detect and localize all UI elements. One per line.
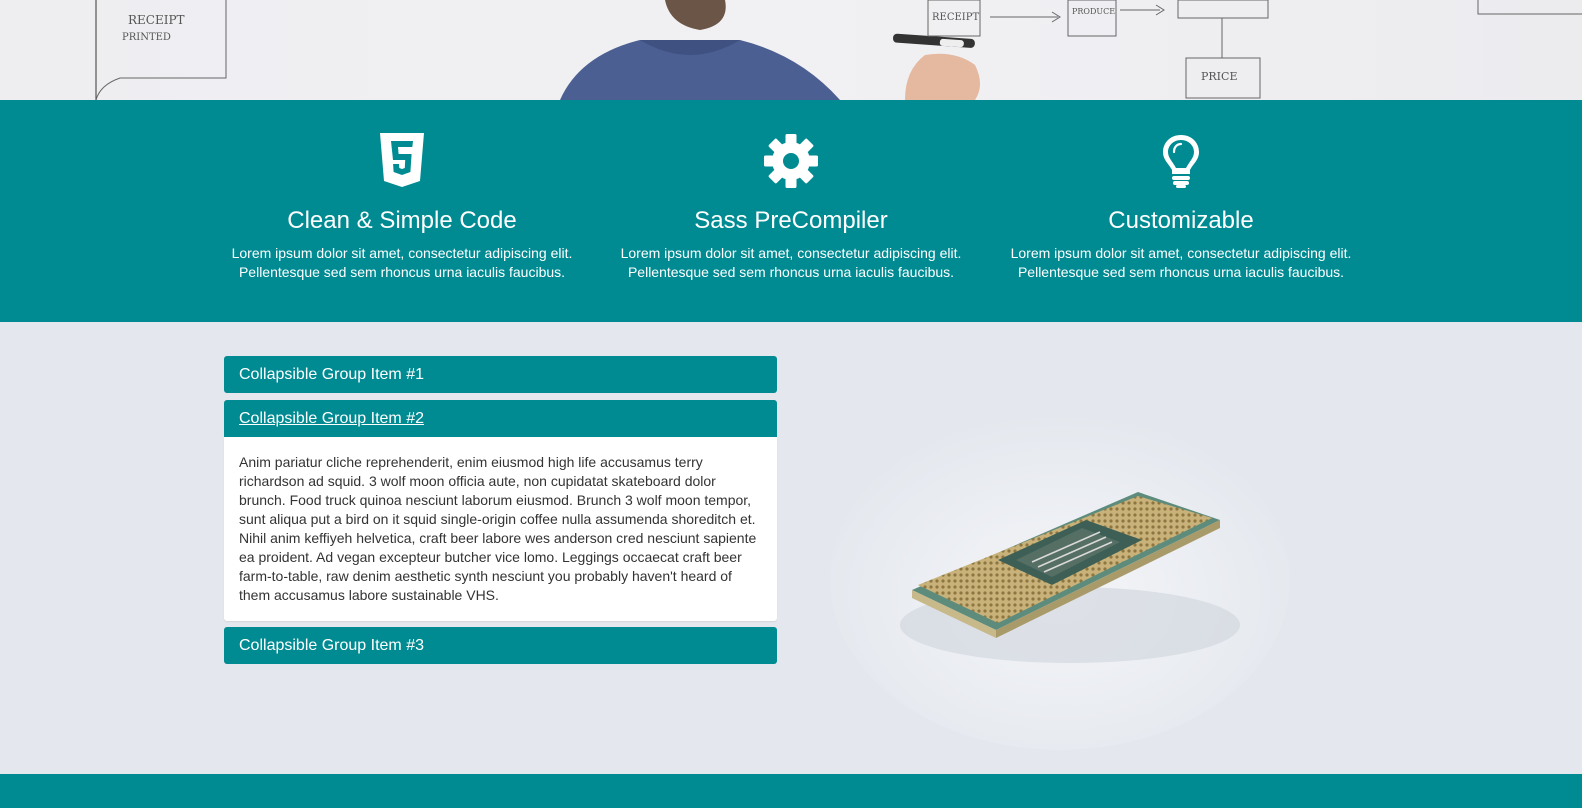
- features-section: Clean & Simple Code Lorem ipsum dolor si…: [0, 100, 1582, 322]
- whiteboard-note: PRODUCE: [1072, 7, 1115, 16]
- whiteboard-note: PRICE: [1201, 70, 1237, 83]
- accordion-item-label: Collapsible Group Item #3: [239, 637, 424, 654]
- accordion-item-2-body: Anim pariatur cliche reprehenderit, enim…: [224, 437, 777, 621]
- accordion-body-text: Anim pariatur cliche reprehenderit, enim…: [239, 454, 757, 603]
- footer-bar: [0, 774, 1582, 808]
- feature-title: Customizable: [1108, 207, 1254, 234]
- feature-title: Sass PreCompiler: [694, 207, 888, 234]
- whiteboard-note: RECEIPT: [932, 12, 979, 23]
- cpu-chip-image: [820, 380, 1300, 760]
- feature-description: Lorem ipsum dolor sit amet, consectetur …: [1010, 245, 1352, 280]
- accordion-item-1-header[interactable]: Collapsible Group Item #1: [224, 356, 777, 393]
- lightbulb-icon: [986, 133, 1376, 189]
- whiteboard-note: PRINTED: [122, 32, 171, 43]
- accordion-item-label: Collapsible Group Item #2: [239, 410, 424, 427]
- whiteboard-note: RECEIPT: [128, 13, 185, 27]
- accordion-item-label: Collapsible Group Item #1: [239, 366, 424, 383]
- html5-icon: [207, 133, 597, 189]
- gear-icon: [596, 133, 986, 189]
- feature-description: Lorem ipsum dolor sit amet, consectetur …: [620, 245, 962, 280]
- accordion-item-3-header[interactable]: Collapsible Group Item #3: [224, 627, 777, 664]
- feature-title: Clean & Simple Code: [287, 207, 517, 234]
- feature-description: Lorem ipsum dolor sit amet, consectetur …: [231, 245, 573, 280]
- accordion-item-2-header[interactable]: Collapsible Group Item #2: [224, 400, 777, 437]
- hero-banner: RECEIPT PRINTED RECEIPT PRODUCE PRICE: [0, 0, 1582, 100]
- hero-whiteboard-image: RECEIPT PRINTED RECEIPT PRODUCE PRICE: [95, 0, 1582, 100]
